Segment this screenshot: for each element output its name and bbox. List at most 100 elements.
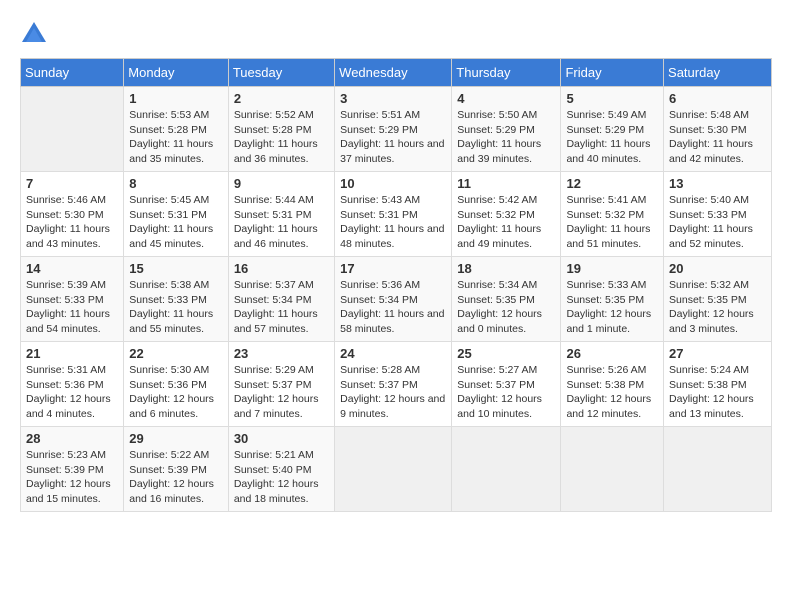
calendar-cell: 11 Sunrise: 5:42 AMSunset: 5:32 PMDaylig…	[452, 172, 561, 257]
calendar-cell: 15 Sunrise: 5:38 AMSunset: 5:33 PMDaylig…	[124, 257, 229, 342]
day-number: 24	[340, 346, 446, 361]
calendar-cell: 21 Sunrise: 5:31 AMSunset: 5:36 PMDaylig…	[21, 342, 124, 427]
day-info: Sunrise: 5:48 AMSunset: 5:30 PMDaylight:…	[669, 108, 766, 167]
day-info: Sunrise: 5:29 AMSunset: 5:37 PMDaylight:…	[234, 363, 329, 422]
day-info: Sunrise: 5:26 AMSunset: 5:38 PMDaylight:…	[566, 363, 658, 422]
week-row-4: 21 Sunrise: 5:31 AMSunset: 5:36 PMDaylig…	[21, 342, 772, 427]
day-number: 26	[566, 346, 658, 361]
day-number: 28	[26, 431, 118, 446]
day-number: 14	[26, 261, 118, 276]
day-number: 11	[457, 176, 555, 191]
day-number: 27	[669, 346, 766, 361]
calendar-table: SundayMondayTuesdayWednesdayThursdayFrid…	[20, 58, 772, 512]
day-number: 1	[129, 91, 223, 106]
day-info: Sunrise: 5:51 AMSunset: 5:29 PMDaylight:…	[340, 108, 446, 167]
day-info: Sunrise: 5:49 AMSunset: 5:29 PMDaylight:…	[566, 108, 658, 167]
logo	[20, 20, 52, 48]
day-number: 15	[129, 261, 223, 276]
calendar-cell: 12 Sunrise: 5:41 AMSunset: 5:32 PMDaylig…	[561, 172, 664, 257]
day-info: Sunrise: 5:41 AMSunset: 5:32 PMDaylight:…	[566, 193, 658, 252]
calendar-cell: 27 Sunrise: 5:24 AMSunset: 5:38 PMDaylig…	[664, 342, 772, 427]
header-friday: Friday	[561, 59, 664, 87]
header-saturday: Saturday	[664, 59, 772, 87]
day-info: Sunrise: 5:39 AMSunset: 5:33 PMDaylight:…	[26, 278, 118, 337]
calendar-cell: 2 Sunrise: 5:52 AMSunset: 5:28 PMDayligh…	[228, 87, 334, 172]
day-info: Sunrise: 5:30 AMSunset: 5:36 PMDaylight:…	[129, 363, 223, 422]
calendar-cell: 14 Sunrise: 5:39 AMSunset: 5:33 PMDaylig…	[21, 257, 124, 342]
week-row-5: 28 Sunrise: 5:23 AMSunset: 5:39 PMDaylig…	[21, 427, 772, 512]
day-info: Sunrise: 5:53 AMSunset: 5:28 PMDaylight:…	[129, 108, 223, 167]
calendar-cell: 22 Sunrise: 5:30 AMSunset: 5:36 PMDaylig…	[124, 342, 229, 427]
day-info: Sunrise: 5:52 AMSunset: 5:28 PMDaylight:…	[234, 108, 329, 167]
calendar-cell	[21, 87, 124, 172]
day-number: 21	[26, 346, 118, 361]
day-info: Sunrise: 5:32 AMSunset: 5:35 PMDaylight:…	[669, 278, 766, 337]
calendar-cell: 19 Sunrise: 5:33 AMSunset: 5:35 PMDaylig…	[561, 257, 664, 342]
calendar-cell: 17 Sunrise: 5:36 AMSunset: 5:34 PMDaylig…	[335, 257, 452, 342]
day-info: Sunrise: 5:43 AMSunset: 5:31 PMDaylight:…	[340, 193, 446, 252]
week-row-1: 1 Sunrise: 5:53 AMSunset: 5:28 PMDayligh…	[21, 87, 772, 172]
page-header	[20, 20, 772, 48]
calendar-cell: 29 Sunrise: 5:22 AMSunset: 5:39 PMDaylig…	[124, 427, 229, 512]
day-info: Sunrise: 5:22 AMSunset: 5:39 PMDaylight:…	[129, 448, 223, 507]
calendar-cell: 3 Sunrise: 5:51 AMSunset: 5:29 PMDayligh…	[335, 87, 452, 172]
day-number: 18	[457, 261, 555, 276]
day-info: Sunrise: 5:34 AMSunset: 5:35 PMDaylight:…	[457, 278, 555, 337]
day-info: Sunrise: 5:50 AMSunset: 5:29 PMDaylight:…	[457, 108, 555, 167]
day-info: Sunrise: 5:44 AMSunset: 5:31 PMDaylight:…	[234, 193, 329, 252]
day-number: 29	[129, 431, 223, 446]
day-number: 25	[457, 346, 555, 361]
calendar-cell: 10 Sunrise: 5:43 AMSunset: 5:31 PMDaylig…	[335, 172, 452, 257]
calendar-cell: 4 Sunrise: 5:50 AMSunset: 5:29 PMDayligh…	[452, 87, 561, 172]
calendar-cell: 9 Sunrise: 5:44 AMSunset: 5:31 PMDayligh…	[228, 172, 334, 257]
calendar-cell: 8 Sunrise: 5:45 AMSunset: 5:31 PMDayligh…	[124, 172, 229, 257]
header-monday: Monday	[124, 59, 229, 87]
calendar-cell: 6 Sunrise: 5:48 AMSunset: 5:30 PMDayligh…	[664, 87, 772, 172]
calendar-cell: 5 Sunrise: 5:49 AMSunset: 5:29 PMDayligh…	[561, 87, 664, 172]
day-number: 30	[234, 431, 329, 446]
calendar-cell	[335, 427, 452, 512]
day-number: 10	[340, 176, 446, 191]
day-info: Sunrise: 5:38 AMSunset: 5:33 PMDaylight:…	[129, 278, 223, 337]
calendar-cell: 20 Sunrise: 5:32 AMSunset: 5:35 PMDaylig…	[664, 257, 772, 342]
day-info: Sunrise: 5:28 AMSunset: 5:37 PMDaylight:…	[340, 363, 446, 422]
day-info: Sunrise: 5:33 AMSunset: 5:35 PMDaylight:…	[566, 278, 658, 337]
header-tuesday: Tuesday	[228, 59, 334, 87]
day-info: Sunrise: 5:21 AMSunset: 5:40 PMDaylight:…	[234, 448, 329, 507]
day-number: 5	[566, 91, 658, 106]
header-thursday: Thursday	[452, 59, 561, 87]
day-info: Sunrise: 5:23 AMSunset: 5:39 PMDaylight:…	[26, 448, 118, 507]
day-info: Sunrise: 5:40 AMSunset: 5:33 PMDaylight:…	[669, 193, 766, 252]
calendar-header-row: SundayMondayTuesdayWednesdayThursdayFrid…	[21, 59, 772, 87]
day-number: 4	[457, 91, 555, 106]
day-number: 12	[566, 176, 658, 191]
day-number: 3	[340, 91, 446, 106]
week-row-2: 7 Sunrise: 5:46 AMSunset: 5:30 PMDayligh…	[21, 172, 772, 257]
calendar-cell: 23 Sunrise: 5:29 AMSunset: 5:37 PMDaylig…	[228, 342, 334, 427]
calendar-cell: 18 Sunrise: 5:34 AMSunset: 5:35 PMDaylig…	[452, 257, 561, 342]
day-number: 16	[234, 261, 329, 276]
day-number: 2	[234, 91, 329, 106]
day-info: Sunrise: 5:27 AMSunset: 5:37 PMDaylight:…	[457, 363, 555, 422]
calendar-cell: 7 Sunrise: 5:46 AMSunset: 5:30 PMDayligh…	[21, 172, 124, 257]
day-number: 6	[669, 91, 766, 106]
calendar-cell: 24 Sunrise: 5:28 AMSunset: 5:37 PMDaylig…	[335, 342, 452, 427]
day-info: Sunrise: 5:24 AMSunset: 5:38 PMDaylight:…	[669, 363, 766, 422]
day-number: 22	[129, 346, 223, 361]
day-number: 20	[669, 261, 766, 276]
header-wednesday: Wednesday	[335, 59, 452, 87]
calendar-cell	[452, 427, 561, 512]
day-number: 19	[566, 261, 658, 276]
calendar-cell: 28 Sunrise: 5:23 AMSunset: 5:39 PMDaylig…	[21, 427, 124, 512]
calendar-cell: 26 Sunrise: 5:26 AMSunset: 5:38 PMDaylig…	[561, 342, 664, 427]
day-number: 9	[234, 176, 329, 191]
day-number: 8	[129, 176, 223, 191]
day-info: Sunrise: 5:46 AMSunset: 5:30 PMDaylight:…	[26, 193, 118, 252]
calendar-cell: 16 Sunrise: 5:37 AMSunset: 5:34 PMDaylig…	[228, 257, 334, 342]
calendar-cell: 1 Sunrise: 5:53 AMSunset: 5:28 PMDayligh…	[124, 87, 229, 172]
day-info: Sunrise: 5:36 AMSunset: 5:34 PMDaylight:…	[340, 278, 446, 337]
calendar-cell	[664, 427, 772, 512]
calendar-cell: 30 Sunrise: 5:21 AMSunset: 5:40 PMDaylig…	[228, 427, 334, 512]
header-sunday: Sunday	[21, 59, 124, 87]
calendar-cell: 13 Sunrise: 5:40 AMSunset: 5:33 PMDaylig…	[664, 172, 772, 257]
